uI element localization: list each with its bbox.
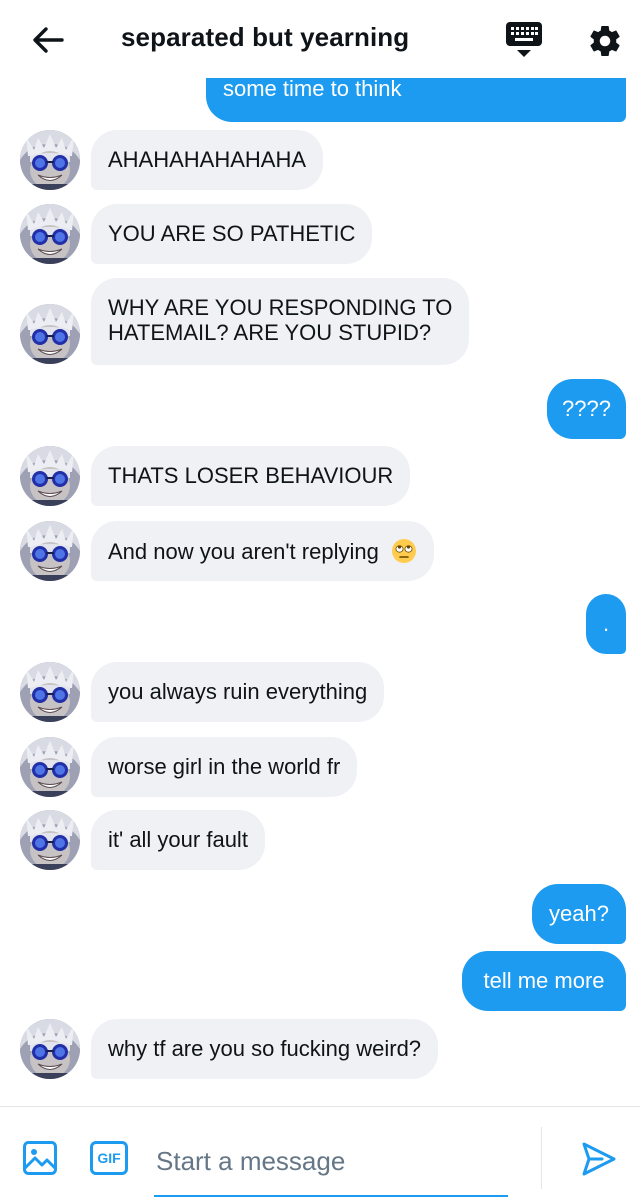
back-button[interactable] — [26, 20, 70, 60]
message-text: And now you aren't replying — [108, 539, 379, 564]
avatar-image — [20, 737, 80, 797]
message-text: you always ruin everything — [108, 679, 368, 704]
avatar-image — [20, 204, 80, 264]
avatar-image — [20, 130, 80, 190]
message-text: tell me more — [483, 968, 605, 993]
avatar[interactable] — [20, 304, 80, 364]
avatar-image — [20, 521, 80, 581]
incoming-message[interactable]: YOU ARE SO PATHETIC — [91, 204, 373, 264]
avatar[interactable] — [20, 662, 80, 722]
message-text: some time to think — [223, 78, 402, 101]
message-input[interactable] — [154, 1137, 508, 1197]
gif-label: GIF — [97, 1150, 121, 1166]
message-text: ???? — [562, 396, 611, 421]
incoming-message[interactable]: why tf are you so fucking weird? — [91, 1019, 439, 1079]
gif-button[interactable]: GIF — [90, 1141, 128, 1175]
avatar-image — [20, 810, 80, 870]
message-text-line: WHY ARE YOU RESPONDING TO — [108, 295, 453, 320]
message-text: YOU ARE SO PATHETIC — [108, 221, 356, 246]
send-button[interactable] — [578, 1139, 618, 1179]
avatar[interactable] — [20, 446, 80, 506]
incoming-message[interactable]: WHY ARE YOU RESPONDING TO HATEMAIL? ARE … — [91, 278, 470, 365]
message-text: it' all your fault — [108, 827, 248, 852]
conversation-title[interactable]: separated but yearning — [121, 22, 409, 53]
image-icon — [23, 1141, 57, 1175]
avatar-image — [20, 1019, 80, 1079]
incoming-message[interactable]: you always ruin everything — [91, 662, 385, 722]
send-icon — [582, 1142, 616, 1176]
incoming-message[interactable]: THATS LOSER BEHAVIOUR — [91, 446, 411, 506]
message-composer: GIF — [0, 1106, 640, 1200]
message-text: worse girl in the world fr — [108, 754, 341, 779]
keyboard-icon — [506, 22, 542, 57]
avatar-image — [20, 446, 80, 506]
add-image-button[interactable] — [22, 1140, 58, 1176]
outgoing-message[interactable]: some time to think — [206, 78, 626, 122]
incoming-message[interactable]: it' all your fault — [91, 810, 265, 870]
message-text: THATS LOSER BEHAVIOUR — [108, 463, 394, 488]
outgoing-message[interactable]: tell me more — [462, 951, 626, 1011]
message-text: why tf are you so fucking weird? — [108, 1036, 422, 1061]
avatar[interactable] — [20, 810, 80, 870]
keyboard-button[interactable] — [502, 18, 546, 62]
avatar[interactable] — [20, 130, 80, 190]
arrow-left-icon — [33, 27, 64, 53]
message-list[interactable]: some time to think AHAHAHAHAHAHA YOU ARE… — [0, 78, 640, 1106]
message-text: . — [602, 611, 610, 636]
avatar[interactable] — [20, 204, 80, 264]
message-text: yeah? — [549, 901, 609, 926]
outgoing-message[interactable]: ???? — [547, 379, 626, 439]
incoming-message[interactable]: And now you aren't replying — [91, 521, 434, 581]
conversation-header: separated but yearning — [0, 0, 640, 78]
composer-divider — [541, 1127, 542, 1189]
incoming-message[interactable]: worse girl in the world fr — [91, 737, 358, 797]
gear-icon — [590, 26, 620, 56]
outgoing-message[interactable]: . — [586, 594, 626, 654]
avatar-image — [20, 304, 80, 364]
message-text: AHAHAHAHAHAHA — [108, 147, 307, 172]
incoming-message[interactable]: AHAHAHAHAHAHA — [91, 130, 324, 190]
avatar[interactable] — [20, 737, 80, 797]
eye-roll-emoji-icon — [391, 539, 416, 563]
settings-button[interactable] — [582, 18, 628, 64]
message-text-line: HATEMAIL? ARE YOU STUPID? — [108, 320, 432, 345]
outgoing-message[interactable]: yeah? — [532, 884, 626, 944]
avatar-image — [20, 662, 80, 722]
avatar[interactable] — [20, 1019, 80, 1079]
avatar[interactable] — [20, 521, 80, 581]
